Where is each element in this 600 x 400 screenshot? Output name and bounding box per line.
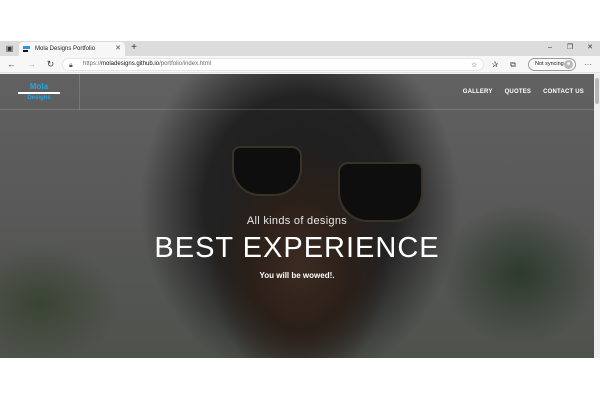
- nav-links: GALLERY QUOTES CONTACT US: [463, 74, 584, 110]
- tab-title: Mola Designs Portfolio: [35, 46, 96, 52]
- close-window-button[interactable]: ✕: [583, 42, 597, 54]
- nav-link-contact-us[interactable]: CONTACT US: [543, 89, 584, 95]
- url-text[interactable]: https://moladesigns.github.io/portfolio/…: [83, 59, 211, 70]
- nav-link-gallery[interactable]: GALLERY: [463, 89, 493, 95]
- maximize-button[interactable]: ❐: [563, 42, 577, 54]
- site-navbar: Mola Designs GALLERY QUOTES CONTACT US: [0, 74, 594, 110]
- new-tab-button[interactable]: +: [128, 42, 140, 54]
- forward-arrow-icon[interactable]: →: [25, 58, 38, 71]
- hero-photo-detail: [232, 146, 302, 196]
- logo[interactable]: Mola Designs: [18, 83, 60, 101]
- scrollbar[interactable]: [594, 74, 600, 358]
- hero-subtitle: All kinds of designs: [246, 215, 348, 227]
- logo-text-top: Mola: [29, 82, 49, 91]
- hero-title: BEST EXPERIENCE: [154, 232, 440, 264]
- avatar: [564, 60, 573, 69]
- hero-tagline: You will be wowed!.: [259, 271, 335, 280]
- tab-strip: ▣ Mola Designs Portfolio ✕ + – ❐ ✕: [0, 41, 600, 56]
- tab-close-icon[interactable]: ✕: [115, 43, 121, 54]
- sync-status-label: Not syncing: [535, 61, 564, 67]
- refresh-icon[interactable]: ↻: [44, 58, 57, 71]
- scrollbar-thumb[interactable]: [595, 78, 599, 104]
- profile-sync-button[interactable]: Not syncing: [528, 58, 576, 71]
- logo-container: Mola Designs: [0, 74, 80, 110]
- favorite-star-icon[interactable]: ☆: [471, 60, 477, 71]
- page-viewport: Mola Designs GALLERY QUOTES CONTACT US A…: [0, 74, 600, 358]
- browser-window: ▣ Mola Designs Portfolio ✕ + – ❐ ✕ ← → ↻…: [0, 41, 600, 358]
- minimize-button[interactable]: –: [543, 42, 557, 54]
- nav-link-quotes[interactable]: QUOTES: [505, 89, 532, 95]
- browser-toolbar: ← → ↻ 🔒︎ https://moladesigns.github.io/p…: [0, 56, 600, 73]
- address-bar[interactable]: 🔒︎ https://moladesigns.github.io/portfol…: [62, 58, 484, 71]
- hero-photo-detail: [338, 162, 423, 222]
- favorites-icon[interactable]: ✰: [489, 58, 501, 71]
- lock-icon[interactable]: 🔒︎: [69, 60, 73, 71]
- logo-divider: [18, 92, 60, 94]
- favicon-icon: [23, 46, 30, 52]
- back-arrow-icon[interactable]: ←: [5, 58, 18, 71]
- logo-text-bottom: Designs: [27, 95, 51, 101]
- more-options-icon[interactable]: ···: [582, 58, 594, 71]
- collections-icon[interactable]: ⧉: [507, 58, 519, 71]
- browser-tab[interactable]: Mola Designs Portfolio ✕: [19, 42, 125, 56]
- tab-actions-icon[interactable]: ▣: [4, 43, 15, 54]
